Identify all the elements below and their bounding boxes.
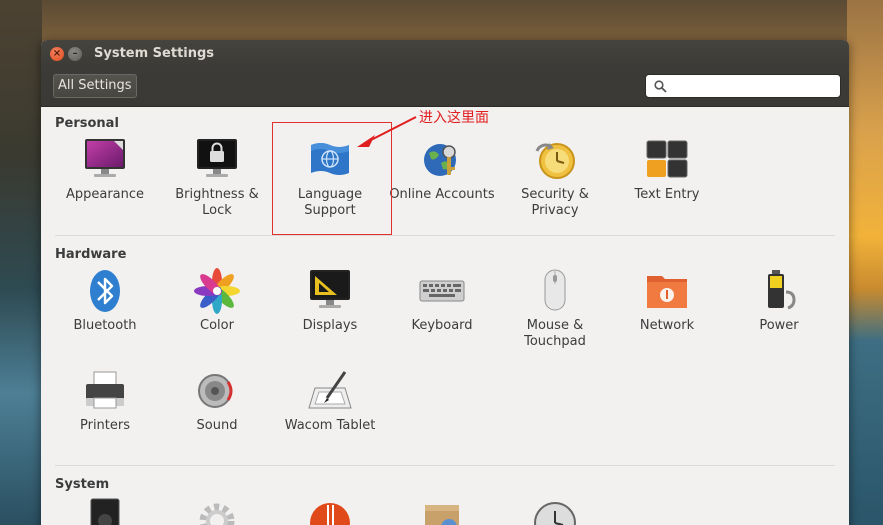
annotation-arrow-icon — [357, 116, 417, 147]
item-label: Keyboard — [411, 318, 473, 333]
item-label: Network — [639, 318, 695, 333]
storage-device-icon — [82, 497, 128, 525]
item-power[interactable]: Power — [723, 268, 835, 334]
item-label: Text Entry — [634, 187, 700, 202]
item-label: Color — [200, 318, 234, 333]
item-mouse-touchpad[interactable]: Mouse & Touchpad — [499, 268, 611, 350]
item-bluetooth[interactable]: Bluetooth — [49, 268, 161, 334]
item-sound[interactable]: Sound — [161, 368, 273, 434]
item-brightness-lock[interactable]: Brightness & Lock — [161, 137, 273, 219]
item-label: Printers — [79, 418, 131, 433]
title-bar: × – System Settings — [41, 40, 849, 67]
online-accounts-icon — [419, 137, 465, 183]
printer-icon — [82, 368, 128, 414]
item-system-1[interactable] — [49, 497, 161, 525]
all-settings-button[interactable]: All Settings — [53, 74, 137, 98]
section-divider — [55, 465, 835, 466]
section-divider — [55, 235, 835, 236]
desktop-wallpaper-right — [847, 0, 883, 525]
section-title-hardware: Hardware — [55, 247, 127, 262]
close-window-button[interactable]: × — [50, 46, 64, 61]
mouse-touchpad-icon — [532, 268, 578, 314]
system-settings-window: × – System Settings All Settings Persona… — [41, 40, 849, 525]
item-label: Brightness & Lock — [175, 187, 259, 218]
item-label: Online Accounts — [389, 187, 495, 202]
annotation-text: 进入这里面 — [419, 110, 489, 126]
power-icon — [756, 268, 802, 314]
item-wacom-tablet[interactable]: Wacom Tablet — [274, 368, 386, 434]
item-network[interactable]: Network — [611, 268, 723, 334]
item-label: Wacom Tablet — [284, 418, 376, 433]
color-icon — [194, 268, 240, 314]
item-label: Sound — [196, 418, 238, 433]
sound-icon — [194, 368, 240, 414]
settings-content: Personal Appearance Brightness & Lock La… — [41, 107, 849, 525]
desktop-wallpaper-left — [0, 0, 42, 525]
item-label: Displays — [302, 318, 358, 333]
toolbar: All Settings — [41, 67, 849, 107]
item-label: Mouse & Touchpad — [524, 318, 586, 349]
item-system-3[interactable] — [274, 497, 386, 525]
search-input[interactable] — [673, 79, 840, 93]
displays-icon — [307, 268, 353, 314]
text-entry-icon — [644, 137, 690, 183]
item-label: Security & Privacy — [521, 187, 589, 218]
item-label: Appearance — [65, 187, 145, 202]
item-security-privacy[interactable]: Security & Privacy — [499, 137, 611, 219]
item-system-2[interactable] — [161, 497, 273, 525]
item-color[interactable]: Color — [161, 268, 273, 334]
brightness-lock-icon — [194, 137, 240, 183]
item-text-entry[interactable]: Text Entry — [611, 137, 723, 203]
security-privacy-icon — [532, 137, 578, 183]
item-displays[interactable]: Displays — [274, 268, 386, 334]
section-title-personal: Personal — [55, 116, 119, 131]
item-appearance[interactable]: Appearance — [49, 137, 161, 203]
gear-icon — [194, 497, 240, 525]
minimize-window-button[interactable]: – — [68, 46, 82, 61]
item-system-4[interactable] — [386, 497, 498, 525]
item-printers[interactable]: Printers — [49, 368, 161, 434]
package-icon — [419, 497, 465, 525]
item-system-5[interactable] — [499, 497, 611, 525]
window-title: System Settings — [94, 46, 215, 61]
keyboard-icon — [419, 268, 465, 314]
item-label: Bluetooth — [73, 318, 137, 333]
wacom-tablet-icon — [307, 368, 353, 414]
appearance-icon — [82, 137, 128, 183]
software-updates-icon — [307, 497, 353, 525]
network-icon — [644, 268, 690, 314]
section-title-system: System — [55, 477, 110, 492]
search-field[interactable] — [645, 74, 841, 98]
clock-icon — [532, 497, 578, 525]
search-icon — [654, 79, 667, 93]
item-label: Power — [759, 318, 799, 333]
bluetooth-icon — [82, 268, 128, 314]
item-keyboard[interactable]: Keyboard — [386, 268, 498, 334]
